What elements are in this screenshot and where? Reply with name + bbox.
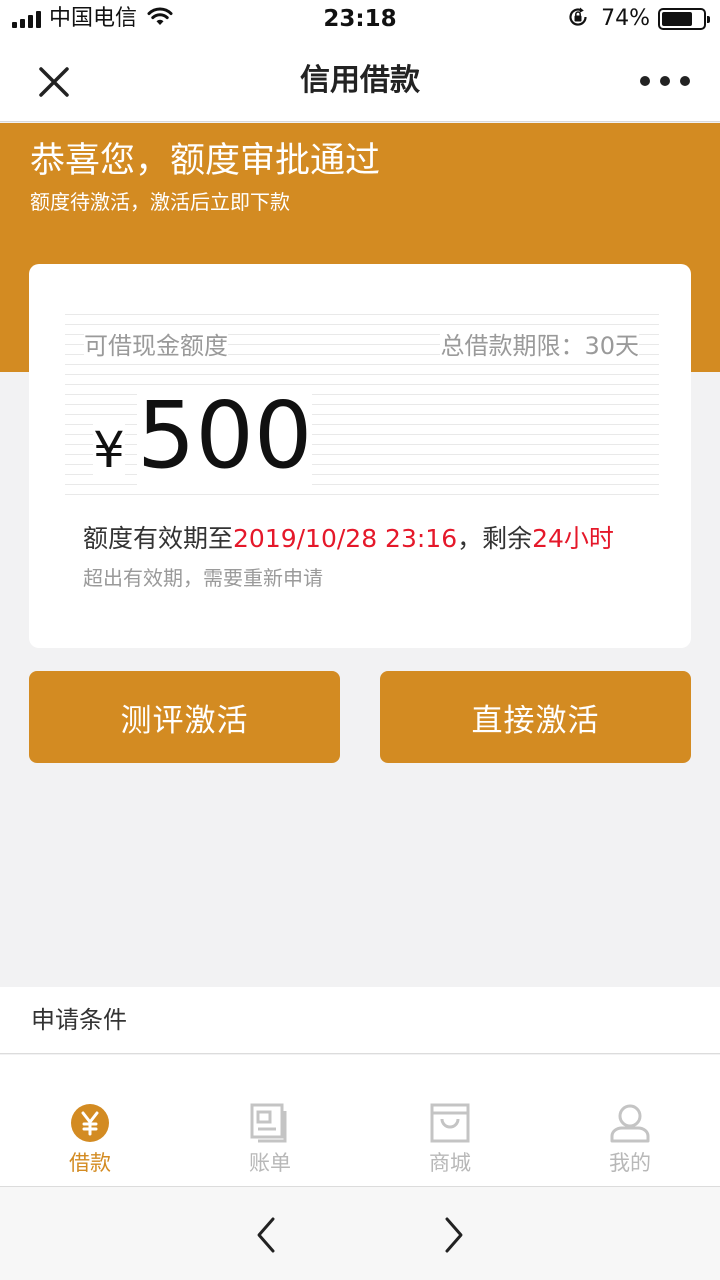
validity-remaining: 24小时	[532, 524, 614, 553]
battery-percent: 74%	[601, 6, 650, 31]
currency-symbol: ¥	[93, 420, 125, 480]
tab-shop-label: 商城	[429, 1151, 471, 1175]
approval-title: 恭喜您，额度审批通过	[30, 141, 381, 181]
cash-limit-label: 可借现金额度	[84, 330, 228, 362]
battery-level	[662, 12, 692, 26]
tab-bar: 借款 账单 商城 我的	[0, 1055, 720, 1186]
status-bar: 中国电信 23:18 74%	[0, 0, 720, 40]
shop-bag-icon	[430, 1103, 470, 1143]
validity-date: 2019/10/28 23:16	[233, 524, 458, 553]
tab-loan-label: 借款	[69, 1151, 111, 1175]
tab-bill-label: 账单	[249, 1151, 291, 1175]
page-title: 信用借款	[300, 63, 420, 98]
bill-icon	[250, 1103, 287, 1143]
direct-activate-button[interactable]: 直接激活	[380, 671, 691, 763]
approval-subtitle: 额度待激活，激活后立即下款	[30, 190, 290, 214]
apply-conditions-label: 申请条件	[31, 1006, 127, 1034]
tab-loan[interactable]: 借款	[0, 1055, 180, 1186]
credit-amount: 500	[136, 382, 313, 489]
more-button[interactable]	[640, 68, 690, 94]
validity-separator: ，剩余	[457, 524, 533, 553]
chevron-left-icon	[257, 1217, 275, 1253]
battery-icon	[658, 8, 710, 30]
validity-prefix: 额度有效期至	[83, 524, 234, 553]
amount-row: ¥ 500	[93, 376, 313, 489]
loan-term: 总借款期限：30天	[440, 330, 639, 362]
apply-conditions-row[interactable]: 申请条件	[0, 987, 720, 1054]
chevron-right-icon	[445, 1217, 463, 1253]
user-icon	[610, 1104, 650, 1143]
tab-mine-label: 我的	[609, 1151, 651, 1175]
tab-mine[interactable]: 我的	[540, 1055, 720, 1186]
yen-circle-icon	[71, 1104, 109, 1142]
tab-shop[interactable]: 商城	[360, 1055, 540, 1186]
credit-limit-card: 可借现金额度 总借款期限：30天 ¥ 500 额度有效期至2019/10/28 …	[29, 264, 691, 648]
evaluate-activate-button[interactable]: 测评激活	[29, 671, 340, 763]
validity-text: 额度有效期至2019/10/28 23:16，剩余24小时	[83, 522, 614, 556]
more-icon	[640, 76, 650, 86]
validity-note: 超出有效期，需要重新申请	[83, 566, 323, 590]
status-right: 74%	[567, 6, 710, 32]
nav-bar: 信用借款	[0, 40, 720, 122]
rotation-lock-icon	[567, 6, 589, 32]
tab-bill[interactable]: 账单	[180, 1055, 360, 1186]
forward-button[interactable]	[436, 1213, 472, 1257]
browser-toolbar	[0, 1186, 720, 1280]
back-button[interactable]	[248, 1213, 284, 1257]
